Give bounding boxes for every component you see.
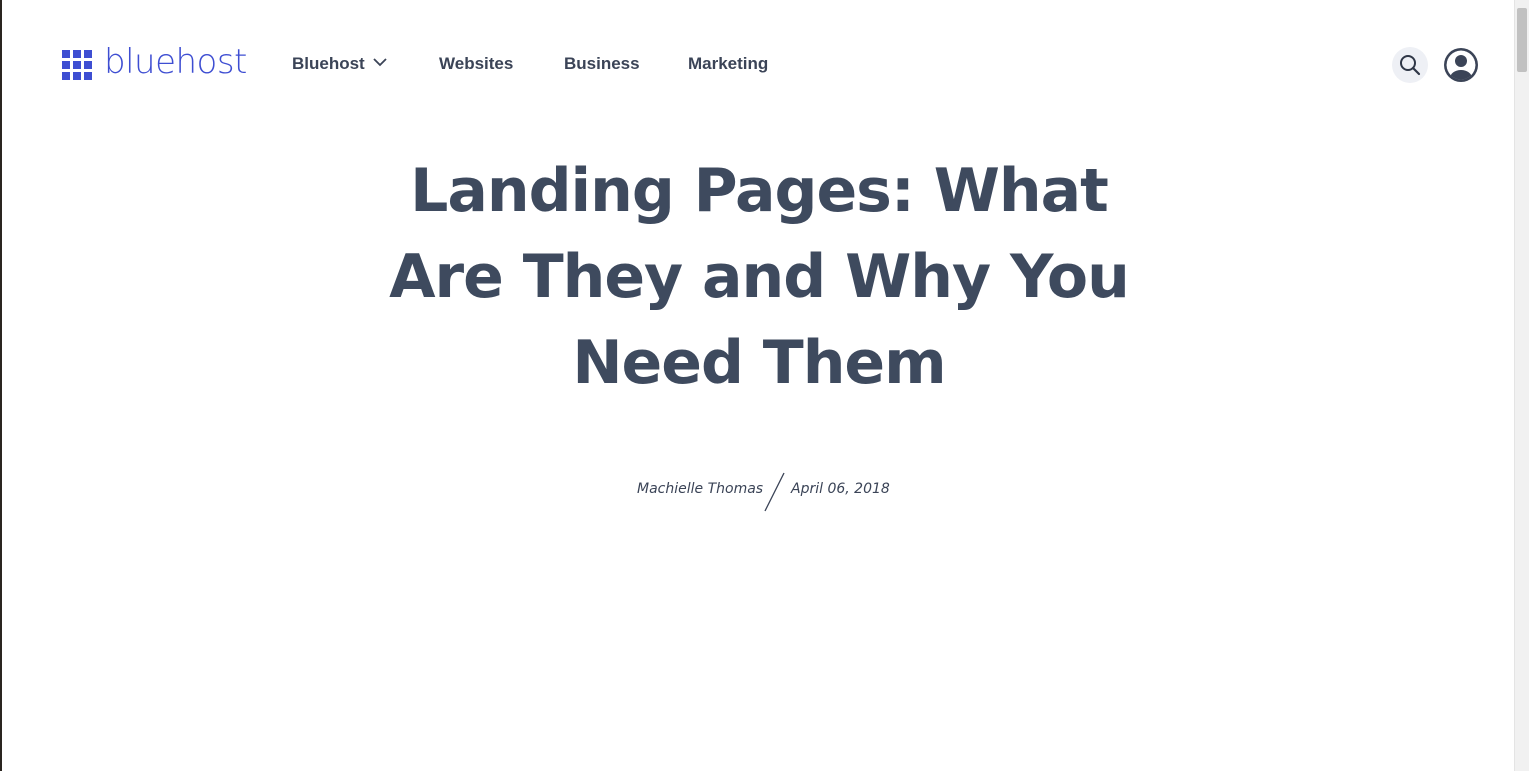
nav-item-business[interactable]: Business bbox=[564, 54, 640, 74]
nav-item-bluehost[interactable]: Bluehost bbox=[292, 54, 387, 74]
nav-item-label: Websites bbox=[439, 54, 514, 73]
nav-item-marketing[interactable]: Marketing bbox=[688, 54, 768, 74]
nav-item-label: Business bbox=[564, 54, 640, 73]
nav-item-websites[interactable]: Websites bbox=[439, 54, 513, 74]
user-icon[interactable] bbox=[1444, 48, 1478, 82]
search-button[interactable] bbox=[1392, 47, 1428, 83]
nav-item-label: Marketing bbox=[688, 54, 769, 73]
window-left-edge bbox=[0, 0, 2, 771]
article-author[interactable]: Machielle Thomas bbox=[637, 481, 763, 497]
chevron-down-icon bbox=[373, 58, 387, 67]
bluehost-logo[interactable]: bluehost bbox=[62, 42, 247, 82]
scrollbar-track[interactable] bbox=[1514, 0, 1529, 771]
scrollbar-thumb[interactable] bbox=[1517, 8, 1527, 72]
byline-divider bbox=[764, 472, 785, 512]
search-icon bbox=[1400, 55, 1421, 76]
article-date: April 06, 2018 bbox=[791, 481, 890, 497]
article-title: Landing Pages: What Are They and Why You… bbox=[389, 156, 1130, 398]
nav-item-label: Bluehost bbox=[292, 54, 365, 73]
logo-grid-icon bbox=[62, 50, 92, 80]
logo-text: bluehost bbox=[104, 42, 247, 82]
